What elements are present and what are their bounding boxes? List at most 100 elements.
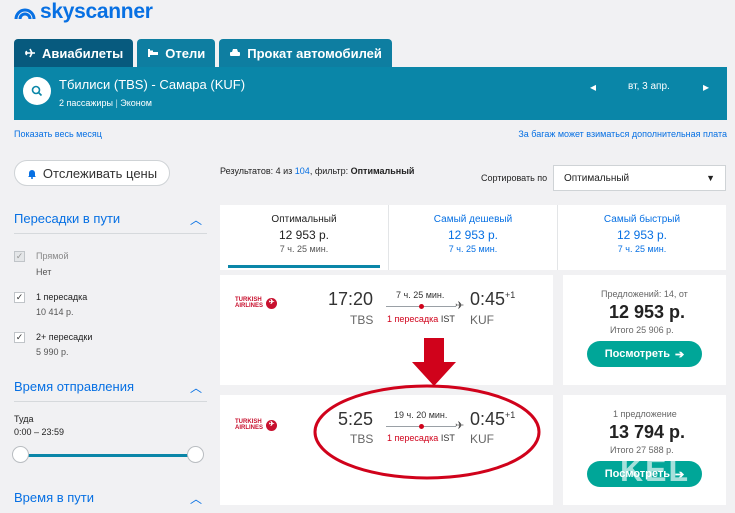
chevron-up-icon[interactable]: ︿ bbox=[190, 490, 202, 507]
summary-tab-price: 12 953 р. bbox=[447, 228, 499, 242]
arrival-time-value: 0:45 bbox=[470, 289, 506, 309]
tab-flights[interactable]: Авиабилеты bbox=[14, 39, 134, 67]
flight-duration: 7 ч. 25 мин. bbox=[396, 290, 445, 300]
arrival-airport: KUF bbox=[470, 313, 494, 327]
checkbox-direct[interactable]: ✓ bbox=[14, 251, 25, 262]
flight-card[interactable]: TURKISH AIRLINES ✈ 5:25 TBS 19 ч. 20 мин.… bbox=[220, 395, 553, 505]
flight-price: 13 794 р. bbox=[609, 422, 686, 442]
brand-name: skyscanner bbox=[40, 0, 153, 23]
arrival-time: 0:45+1 bbox=[470, 289, 515, 310]
duration-filter-title[interactable]: Время в пути bbox=[14, 490, 94, 505]
summary-tab-title: Самый быстрый bbox=[603, 214, 681, 225]
airline-logo: TURKISH AIRLINES ✈ bbox=[235, 419, 278, 431]
sort-summary-tabs: Оптимальный 12 953 р. 7 ч. 25 мин. Самый… bbox=[220, 205, 726, 270]
sort-select[interactable]: Оптимальный ▼ bbox=[553, 165, 726, 191]
watermark: KEL bbox=[620, 452, 690, 488]
skyscanner-sun-icon bbox=[14, 8, 36, 20]
slider-handle-end[interactable] bbox=[187, 446, 204, 463]
track-prices-button[interactable]: Отслеживать цены bbox=[14, 160, 170, 186]
stop-marker bbox=[419, 424, 424, 429]
chevron-up-icon[interactable]: ︿ bbox=[190, 379, 202, 396]
stops-count: 1 пересадка bbox=[387, 433, 439, 443]
tab-best[interactable]: Оптимальный 12 953 р. 7 ч. 25 мин. bbox=[220, 205, 388, 270]
stops-filter-title[interactable]: Пересадки в пути bbox=[14, 211, 120, 226]
stops-info: 1 пересадка IST bbox=[387, 314, 455, 324]
filter-value: Оптимальный bbox=[350, 166, 415, 176]
tab-car-rental[interactable]: Прокат автомобилей bbox=[219, 39, 392, 67]
summary-tab-duration: 7 ч. 25 мин. bbox=[617, 244, 667, 254]
slider-handle-start[interactable] bbox=[12, 446, 29, 463]
stop-marker bbox=[419, 304, 424, 309]
search-icon bbox=[31, 85, 43, 97]
previous-date-button[interactable]: ◂ bbox=[590, 80, 596, 94]
chevron-up-icon[interactable]: ︿ bbox=[190, 211, 202, 228]
flight-card[interactable]: TURKISH AIRLINES ✈ 17:20 TBS 7 ч. 25 мин.… bbox=[220, 275, 553, 385]
baggage-fee-link[interactable]: За багаж может взиматься дополнительная … bbox=[518, 129, 727, 139]
cabin-class-text: Эконом bbox=[120, 98, 152, 108]
flight-duration: 19 ч. 20 мин. bbox=[394, 410, 448, 420]
departure-time: 17:20 bbox=[328, 289, 374, 309]
checkbox-one-stop[interactable]: ✓ bbox=[14, 292, 25, 303]
arrival-time-value: 0:45 bbox=[470, 409, 506, 429]
stops-info: 1 пересадка IST bbox=[387, 433, 455, 443]
airline-logo: TURKISH AIRLINES ✈ bbox=[235, 297, 278, 309]
tab-hotels[interactable]: Отели bbox=[137, 39, 216, 67]
tab-cheapest[interactable]: Самый дешевый 12 953 р. 7 ч. 25 мин. bbox=[388, 205, 557, 270]
summary-tab-price: 12 953 р. bbox=[278, 228, 330, 242]
tab-label: Отели bbox=[165, 45, 206, 61]
next-date-button[interactable]: ▸ bbox=[703, 80, 709, 94]
outbound-time-range: 0:00 – 23:59 bbox=[14, 427, 65, 437]
track-prices-label: Отслеживать цены bbox=[42, 165, 158, 181]
checkbox-two-plus-stops[interactable]: ✓ bbox=[14, 332, 25, 343]
stop-option-price: 5 990 р. bbox=[36, 347, 69, 357]
offers-count: 1 предложение bbox=[613, 409, 677, 419]
skyscanner-logo[interactable]: skyscanner bbox=[14, 0, 153, 24]
via-airport: IST bbox=[440, 314, 455, 324]
tab-fastest[interactable]: Самый быстрый 12 953 р. 7 ч. 25 мин. bbox=[557, 205, 726, 270]
results-count: Результатов: 4 из 104, фильтр: Оптимальн… bbox=[220, 166, 414, 176]
trip-details[interactable]: 2 пассажиры | Эконом bbox=[59, 98, 152, 108]
airline-name-line: AIRLINES bbox=[235, 425, 264, 431]
car-icon bbox=[230, 49, 241, 56]
bell-icon bbox=[27, 169, 36, 179]
flight-price-panel: Предложений: 14, от 12 953 р. Итого 25 9… bbox=[563, 275, 726, 385]
results-total-link[interactable]: 104 bbox=[295, 166, 310, 176]
departure-time: 5:25 bbox=[338, 409, 374, 429]
view-button-label: Посмотреть bbox=[604, 348, 671, 360]
divider bbox=[14, 233, 207, 234]
departure-time-filter-title[interactable]: Время отправления bbox=[14, 379, 134, 394]
stop-option-price: 10 414 р. bbox=[36, 307, 74, 317]
offers-count: Предложений: 14, от bbox=[601, 289, 688, 299]
product-tabs: Авиабилеты Отели Прокат автомобилей bbox=[14, 39, 392, 67]
sort-value: Оптимальный bbox=[564, 172, 630, 184]
chevron-right-icon: ▸ bbox=[703, 80, 710, 94]
summary-tab-duration: 7 ч. 25 мин. bbox=[448, 244, 498, 254]
outbound-label: Туда bbox=[14, 414, 34, 424]
next-day-indicator: +1 bbox=[505, 290, 516, 300]
active-tab-indicator bbox=[228, 265, 380, 268]
divider bbox=[14, 401, 207, 402]
view-deal-button[interactable]: Посмотреть ➔ bbox=[587, 341, 702, 367]
tab-label: Прокат автомобилей bbox=[247, 45, 382, 61]
stop-option-label: 1 пересадка bbox=[36, 292, 88, 302]
passengers-text: 2 пассажиры bbox=[59, 98, 113, 108]
stop-option-label: Прямой bbox=[36, 251, 69, 261]
departure-time-slider-track[interactable] bbox=[20, 454, 198, 457]
departure-airport: TBS bbox=[350, 313, 374, 327]
summary-tab-price: 12 953 р. bbox=[616, 228, 668, 242]
sort-label: Сортировать по bbox=[481, 173, 548, 183]
search-button[interactable] bbox=[23, 77, 51, 105]
route-text[interactable]: Тбилиси (TBS) - Самара (KUF) bbox=[59, 77, 245, 92]
arrival-airport: KUF bbox=[470, 432, 494, 446]
via-airport: IST bbox=[440, 433, 455, 443]
flight-price: 12 953 р. bbox=[609, 302, 686, 322]
separator: | bbox=[115, 98, 121, 108]
plane-icon: ✈ bbox=[455, 420, 465, 432]
arrow-right-icon: ➔ bbox=[675, 348, 685, 361]
show-month-link[interactable]: Показать весь месяц bbox=[14, 129, 102, 139]
plane-icon: ✈ bbox=[455, 300, 465, 312]
results-count-prefix: Результатов: 4 из bbox=[220, 166, 295, 176]
tab-label: Авиабилеты bbox=[42, 45, 124, 61]
search-summary-bar: Тбилиси (TBS) - Самара (KUF) 2 пассажиры… bbox=[14, 67, 727, 120]
summary-tab-title: Оптимальный bbox=[271, 214, 337, 225]
